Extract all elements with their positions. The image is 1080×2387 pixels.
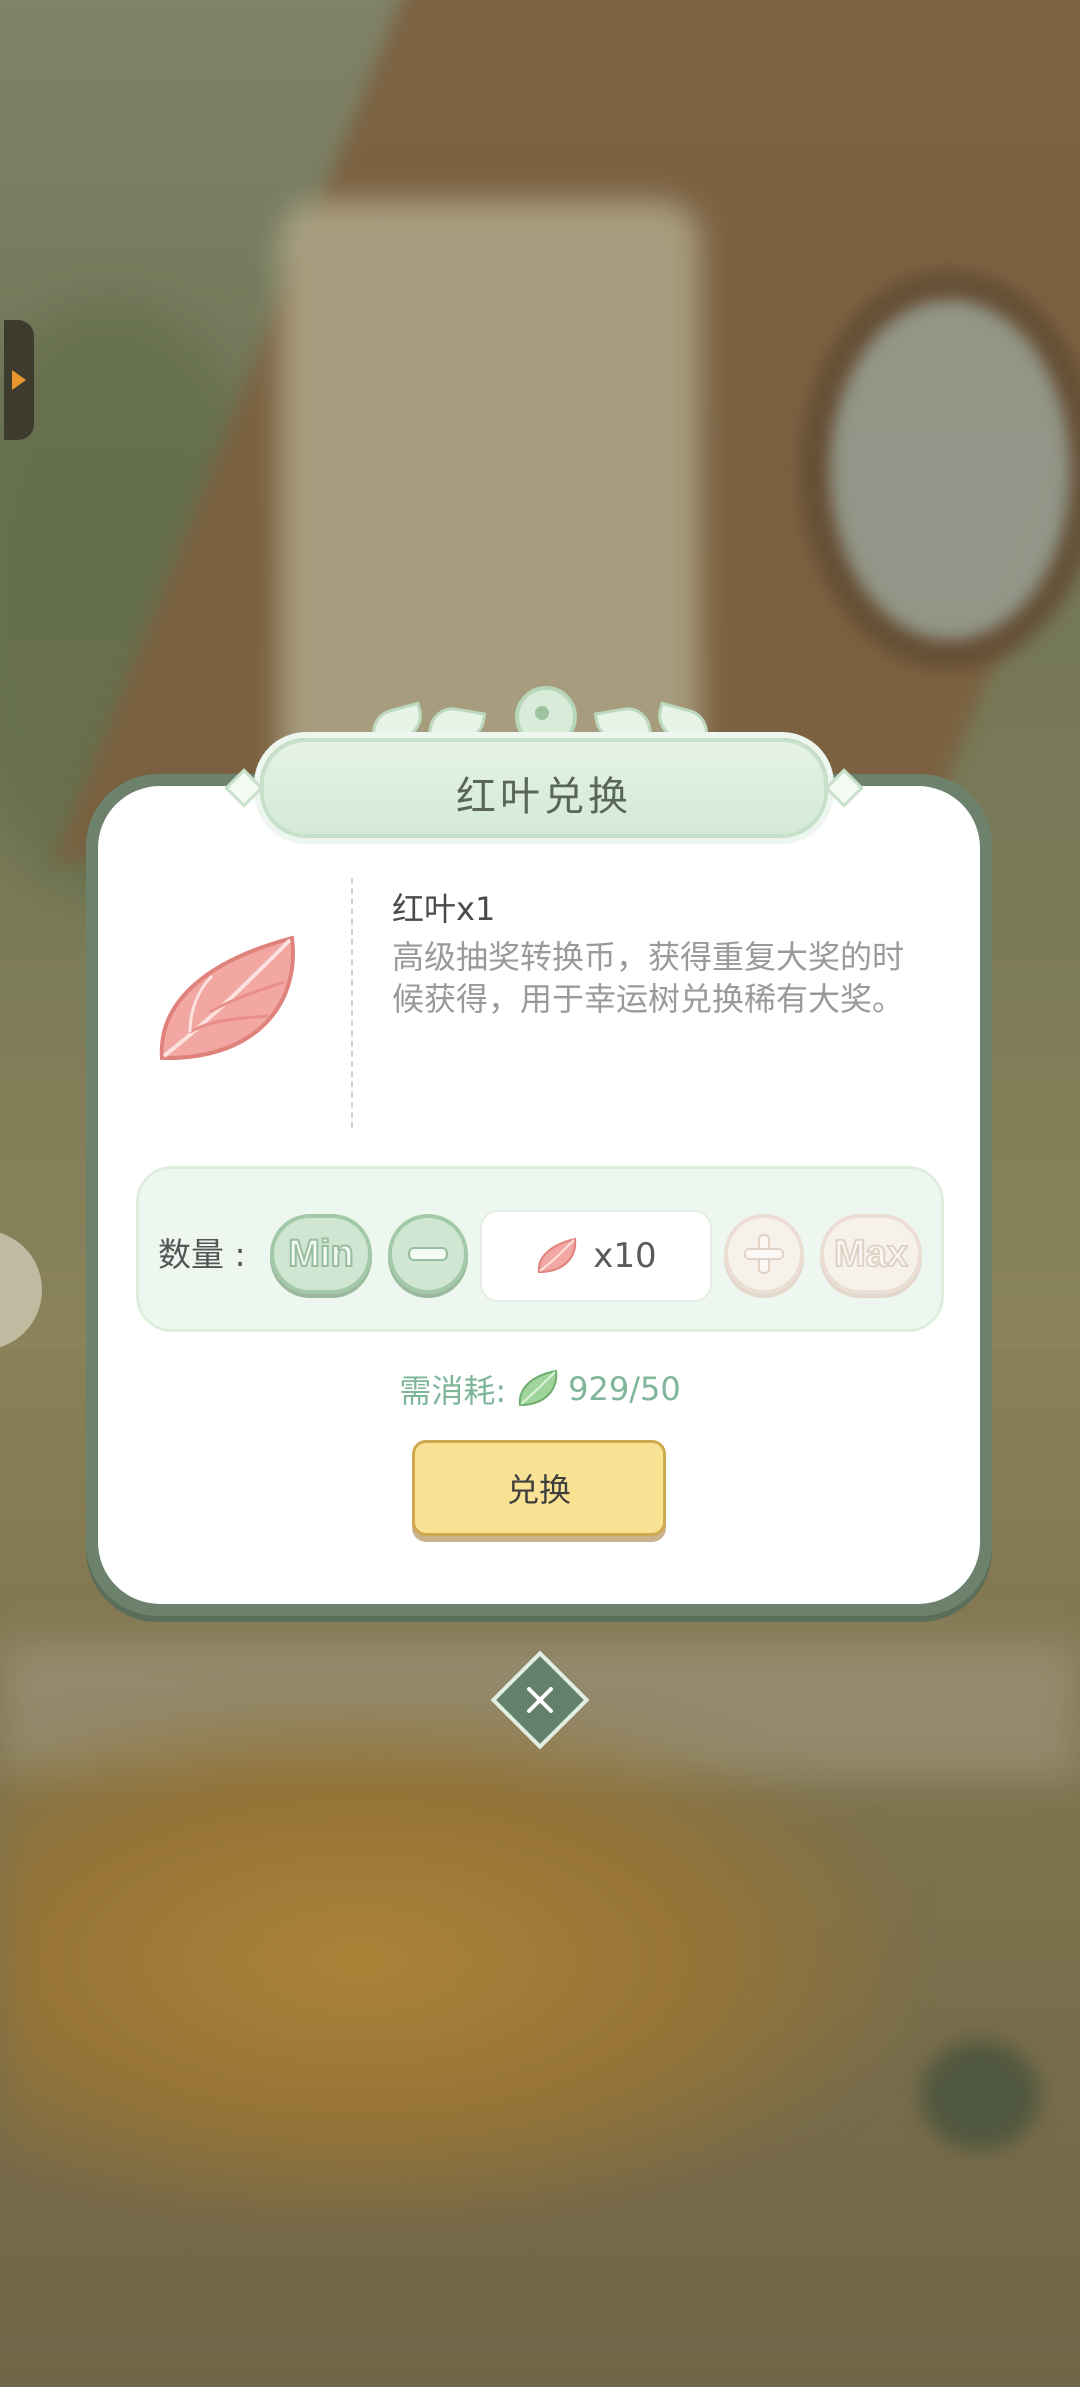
item-description: 高级抽奖转换币，获得重复大奖的时候获得，用于幸运树兑换稀有大奖。	[392, 938, 905, 1018]
cost-row: 需消耗: 929/50	[0, 1366, 1080, 1412]
plus-icon	[744, 1234, 784, 1274]
increase-button[interactable]	[724, 1214, 804, 1294]
quantity-label: 数量 :	[158, 1235, 246, 1274]
cost-value: 929/50	[568, 1370, 681, 1408]
item-name: 红叶x1	[392, 890, 496, 928]
dialog-title: 红叶兑换	[456, 774, 632, 820]
max-button[interactable]: Max	[820, 1214, 922, 1294]
quantity-display: x10	[480, 1210, 712, 1302]
info-divider	[351, 878, 353, 1128]
red-leaf-icon	[159, 935, 295, 1061]
min-button[interactable]: Min	[270, 1214, 372, 1294]
cost-label: 需消耗:	[399, 1372, 507, 1410]
side-expand-button[interactable]	[4, 320, 34, 440]
close-icon	[527, 1687, 553, 1713]
red-leaf-icon	[538, 1237, 577, 1274]
title-plate: 红叶兑换	[224, 738, 864, 838]
exchange-button[interactable]: 兑换	[412, 1440, 666, 1536]
decrease-button[interactable]	[388, 1214, 468, 1294]
quantity-value: x10	[593, 1236, 657, 1276]
minus-icon	[408, 1247, 448, 1261]
play-arrow-icon	[12, 370, 26, 390]
green-leaf-icon	[519, 1369, 558, 1407]
